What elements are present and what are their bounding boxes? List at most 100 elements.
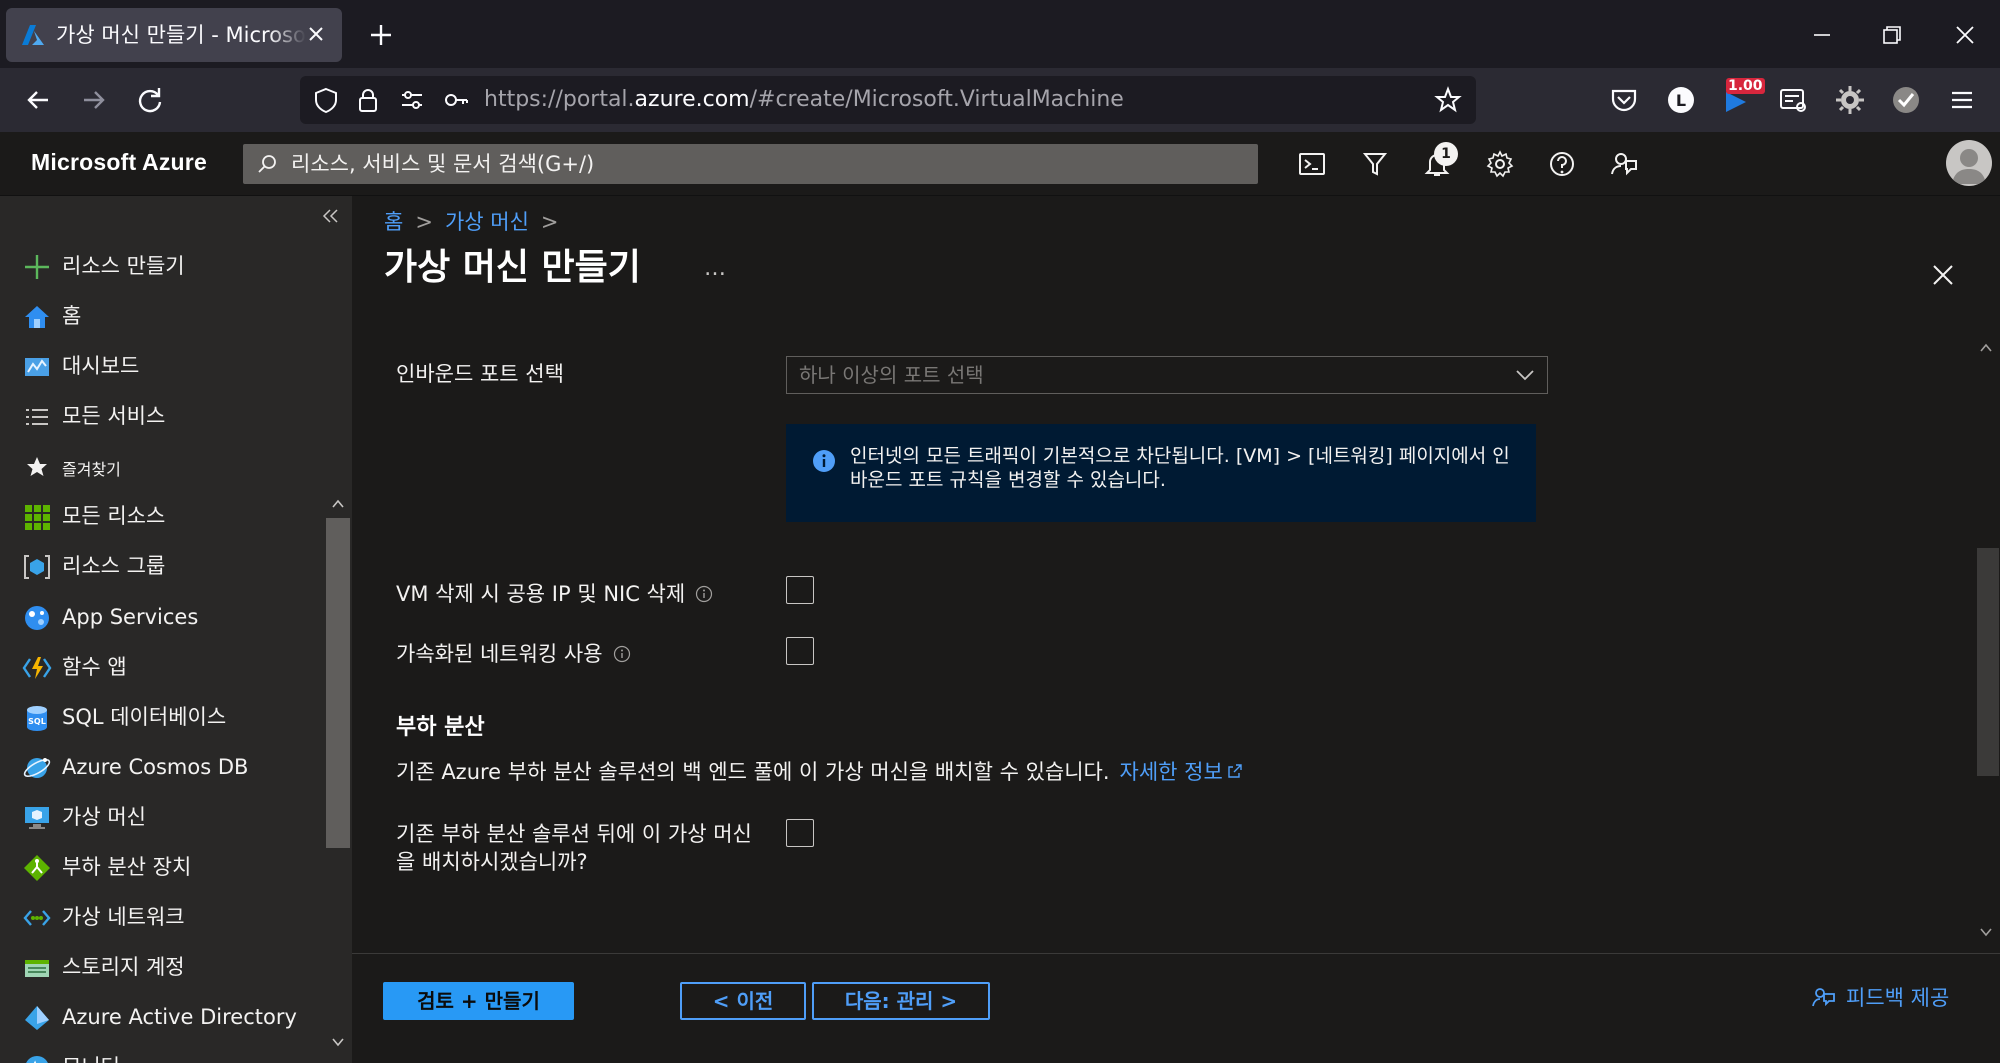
breadcrumb-home-link[interactable]: 홈 bbox=[384, 210, 403, 234]
sidebar-scrollbar[interactable] bbox=[326, 490, 350, 1063]
chevron-down-icon bbox=[1516, 370, 1534, 381]
forward-icon[interactable] bbox=[76, 82, 112, 118]
new-tab-icon[interactable] bbox=[366, 20, 396, 50]
settings-extension-icon[interactable] bbox=[1832, 82, 1868, 118]
sidebar-item-label: 대시보드 bbox=[62, 354, 140, 378]
inbound-ports-placeholder: 하나 이상의 포트 선택 bbox=[799, 363, 984, 387]
sidebar-scroll-thumb[interactable] bbox=[326, 518, 350, 848]
previous-button[interactable]: < 이전 bbox=[680, 982, 806, 1020]
sidebar-item-label: 리소스 만들기 bbox=[62, 254, 185, 278]
cosmos-db-icon bbox=[23, 758, 51, 778]
user-avatar[interactable] bbox=[1946, 140, 1992, 186]
menu-icon[interactable] bbox=[1944, 82, 1980, 118]
reload-icon[interactable] bbox=[132, 82, 168, 118]
scroll-up-icon[interactable] bbox=[1978, 340, 1994, 356]
dashboard-icon bbox=[25, 358, 49, 376]
accelerated-networking-checkbox[interactable] bbox=[786, 637, 814, 665]
learn-more-link[interactable]: 자세한 정보 bbox=[1120, 760, 1243, 784]
browser-nav-bar: https://portal.azure.com/#create/Microso… bbox=[0, 68, 2000, 132]
azure-brand[interactable]: Microsoft Azure bbox=[31, 149, 207, 176]
sidebar-item-all-services[interactable]: 모든 서비스 bbox=[22, 396, 322, 436]
screenshot-icon[interactable] bbox=[1775, 82, 1811, 118]
feedback-icon bbox=[1812, 988, 1835, 1007]
feedback-header-icon[interactable] bbox=[1608, 148, 1640, 180]
info-message-text: 인터넷의 모든 트래픽이 기본적으로 차단됩니다. [VM] > [네트워킹] … bbox=[850, 445, 1510, 491]
portal-sidebar: 리소스 만들기 홈 대시보드 모든 서비스 즐겨찾기 모든 리소스 리소스 그룹… bbox=[0, 196, 352, 1063]
back-icon[interactable] bbox=[20, 82, 56, 118]
lock-icon[interactable] bbox=[354, 86, 382, 114]
storage-account-icon bbox=[25, 960, 49, 977]
load-balancing-description: 기존 Azure 부하 분산 솔루션의 백 엔드 풀에 이 가상 머신을 배치할… bbox=[396, 758, 1243, 786]
scroll-down-icon[interactable] bbox=[1978, 924, 1994, 940]
minimize-icon[interactable] bbox=[1805, 18, 1839, 52]
load-balancer-checkbox[interactable] bbox=[786, 819, 814, 847]
user-avatar-icon bbox=[1952, 149, 1986, 184]
sidebar-item-home[interactable]: 홈 bbox=[22, 296, 322, 336]
close-tab-icon[interactable] bbox=[302, 20, 330, 48]
collapse-sidebar-icon[interactable] bbox=[318, 204, 342, 228]
content-scrollbar[interactable] bbox=[1972, 336, 2000, 946]
sidebar-item-active-directory[interactable]: Azure Active Directory bbox=[22, 997, 322, 1037]
svg-text:L: L bbox=[1676, 91, 1686, 110]
cloud-shell-icon[interactable] bbox=[1296, 148, 1328, 180]
permissions-icon[interactable] bbox=[398, 86, 426, 114]
pocket-icon[interactable] bbox=[1606, 82, 1642, 118]
search-placeholder: 리소스, 서비스 및 문서 검색(G+/) bbox=[291, 152, 595, 176]
info-tooltip-icon[interactable] bbox=[613, 645, 631, 663]
sidebar-item-all-resources[interactable]: 모든 리소스 bbox=[22, 496, 322, 536]
sidebar-item-function-app[interactable]: 함수 앱 bbox=[22, 647, 322, 687]
sidebar-item-dashboard[interactable]: 대시보드 bbox=[22, 346, 322, 386]
sidebar-item-label: Azure Cosmos DB bbox=[62, 755, 249, 779]
breadcrumb-vm-link[interactable]: 가상 머신 bbox=[445, 210, 529, 234]
sidebar-item-label: 가상 네트워크 bbox=[62, 905, 185, 929]
next-button[interactable]: 다음: 관리 > bbox=[812, 982, 990, 1020]
bookmark-star-icon[interactable] bbox=[1434, 86, 1462, 114]
sidebar-item-monitor[interactable]: 모니터 bbox=[22, 1047, 322, 1063]
settings-gear-icon[interactable] bbox=[1484, 148, 1516, 180]
more-options-button[interactable]: … bbox=[704, 256, 726, 281]
create-vm-blade: 홈 > 가상 머신 > 가상 머신 만들기 … 인바운드 포트 선택 하나 이상의 포… bbox=[352, 196, 2000, 1063]
sidebar-item-resource-groups[interactable]: 리소스 그룹 bbox=[22, 546, 322, 586]
notification-count-badge: 1 bbox=[1434, 142, 1458, 166]
home-icon bbox=[25, 306, 49, 328]
star-icon bbox=[27, 457, 47, 476]
virtual-machine-icon bbox=[25, 807, 49, 829]
tracking-shield-icon[interactable] bbox=[312, 86, 340, 114]
directory-filter-icon[interactable] bbox=[1359, 148, 1391, 180]
key-icon[interactable] bbox=[442, 86, 470, 114]
info-tooltip-icon[interactable] bbox=[695, 585, 713, 603]
close-icon[interactable] bbox=[1930, 262, 1956, 288]
scroll-down-icon[interactable] bbox=[330, 1034, 346, 1050]
sidebar-item-load-balancers[interactable]: 부하 분산 장치 bbox=[22, 847, 322, 887]
sidebar-item-sql-database[interactable]: SQL SQL 데이터베이스 bbox=[22, 697, 322, 737]
sidebar-item-label: 모든 서비스 bbox=[62, 404, 166, 428]
browser-tab-title: 가상 머신 만들기 - Microsoft Azure bbox=[56, 23, 306, 47]
sidebar-item-virtual-networks[interactable]: 가상 네트워크 bbox=[22, 897, 322, 937]
delete-ip-nic-checkbox[interactable] bbox=[786, 576, 814, 604]
sidebar-item-storage-accounts[interactable]: 스토리지 계정 bbox=[22, 947, 322, 987]
grid-icon bbox=[25, 505, 50, 530]
url-bar[interactable]: https://portal.azure.com/#create/Microso… bbox=[300, 76, 1476, 124]
content-scroll-thumb[interactable] bbox=[1977, 548, 1999, 776]
breadcrumb: 홈 > 가상 머신 > bbox=[384, 208, 571, 236]
external-link-icon bbox=[1228, 764, 1242, 778]
global-search-input[interactable]: 리소스, 서비스 및 문서 검색(G+/) bbox=[243, 144, 1258, 184]
review-create-button[interactable]: 검토 + 만들기 bbox=[383, 982, 574, 1020]
scroll-up-icon[interactable] bbox=[330, 496, 346, 512]
url-text[interactable]: https://portal.azure.com/#create/Microso… bbox=[484, 87, 1124, 113]
close-window-icon[interactable] bbox=[1948, 18, 1982, 52]
sidebar-item-create-resource[interactable]: 리소스 만들기 bbox=[22, 246, 322, 286]
browser-tab[interactable]: 가상 머신 만들기 - Microsoft Azure bbox=[6, 8, 342, 62]
sidebar-item-cosmos-db[interactable]: Azure Cosmos DB bbox=[22, 747, 322, 787]
sidebar-item-virtual-machines[interactable]: 가상 머신 bbox=[22, 797, 322, 837]
restore-icon[interactable] bbox=[1875, 18, 1909, 52]
check-extension-icon[interactable] bbox=[1888, 82, 1924, 118]
inbound-ports-dropdown[interactable]: 하나 이상의 포트 선택 bbox=[786, 356, 1548, 394]
virtual-network-icon bbox=[23, 910, 51, 926]
svg-text:SQL: SQL bbox=[28, 717, 46, 726]
profile-extension-icon[interactable]: L bbox=[1663, 82, 1699, 118]
load-balancer-icon bbox=[24, 855, 50, 881]
info-message-box: 인터넷의 모든 트래픽이 기본적으로 차단됩니다. [VM] > [네트워킹] … bbox=[786, 424, 1536, 522]
help-icon[interactable] bbox=[1546, 148, 1578, 180]
sidebar-item-app-services[interactable]: App Services bbox=[22, 597, 322, 637]
